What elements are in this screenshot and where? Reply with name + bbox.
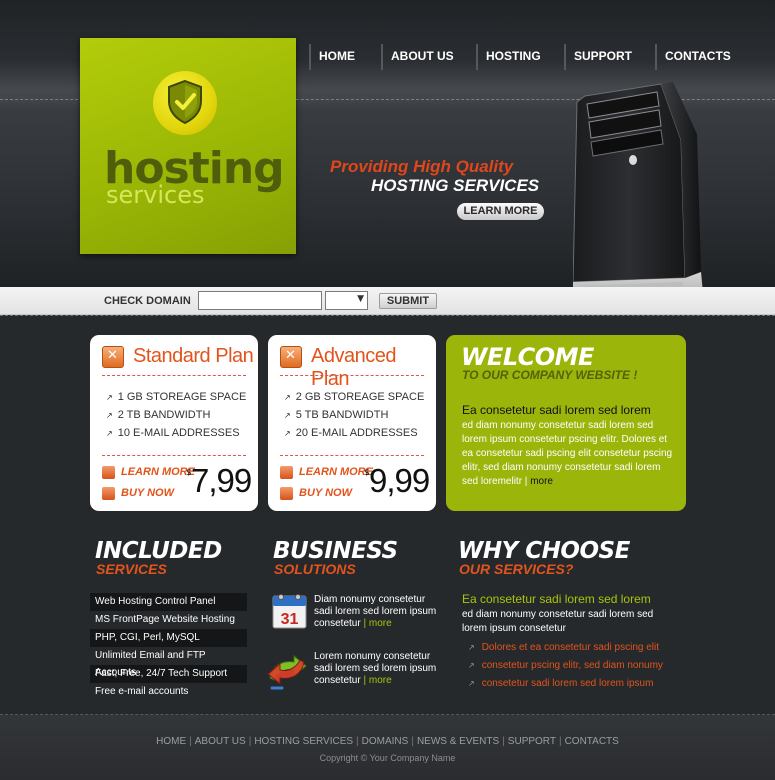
plan-feature: 5 TB BANDWIDTH [284, 409, 424, 427]
divider [102, 455, 246, 456]
learn-more-button[interactable]: LEARN MORE [457, 203, 544, 220]
why-list-link[interactable]: Dolores et ea consetetur sadi pscing eli… [468, 642, 663, 660]
footer-nav: HOME | ABOUT US | HOSTING SERVICES | DOMAINS | N… [0, 736, 775, 747]
footer-link-home[interactable]: HOME [156, 736, 186, 747]
plan-feature: 2 GB STOREAGE SPACE [284, 391, 425, 409]
business-item: Lorem nonumy consetetur sadi lorem sed l… [314, 651, 442, 687]
separator: | [558, 736, 562, 747]
check-domain-label: CHECK DOMAIN [104, 295, 191, 307]
plan-feature: 1 GB STOREAGE SPACE [106, 391, 247, 409]
learn-more-link[interactable]: LEARN MORE [280, 466, 373, 479]
footer-link-hosting-services[interactable]: HOSTING SERVICES [254, 736, 353, 747]
why-choose-subtitle: OUR SERVICES? [459, 561, 574, 577]
nav-home[interactable]: HOME [309, 44, 381, 70]
separator: | [411, 736, 414, 747]
why-list-link[interactable]: consetetur pscing elitr, sed diam nonumy [468, 660, 663, 678]
separator: | [522, 476, 531, 487]
nav-about-us[interactable]: ABOUT US [381, 44, 476, 70]
divider [280, 375, 424, 376]
plan-feature: 20 E-MAIL ADDRESSES [284, 427, 424, 445]
why-list-link[interactable]: consetetur sadi lorem sed lorem ipsum [468, 678, 663, 696]
footer: HOME | ABOUT US | HOSTING SERVICES | DOMAINS | N… [0, 714, 775, 780]
plan-price: 7,99 [191, 462, 252, 499]
footer-link-support[interactable]: SUPPORT [508, 736, 556, 747]
footer-link-contacts[interactable]: CONTACTS [565, 736, 619, 747]
logo-subtitle: services [106, 181, 205, 209]
plan-features: 1 GB STOREAGE SPACE 2 TB BANDWIDTH 10 E-… [106, 391, 247, 445]
list-item: Web Hosting Control Panel [90, 593, 247, 611]
separator: | [502, 736, 505, 747]
server-tower-image [573, 82, 705, 314]
plan-title: Standard Plan [133, 345, 254, 367]
learn-more-link[interactable]: LEARN MORE [102, 466, 195, 479]
plan-title: Advanced Plan [311, 345, 396, 390]
included-subtitle: SERVICES [96, 561, 167, 577]
plan-features: 2 GB STOREAGE SPACE 5 TB BANDWIDTH 20 E-… [284, 391, 425, 445]
welcome-body: ed diam nonumy consetetur sadi lorem sed… [462, 419, 674, 489]
plan-icon [102, 346, 124, 368]
list-item: Unlimited Email and FTP Accounts [95, 650, 206, 678]
separator: | [356, 736, 359, 747]
separator: | [189, 736, 192, 747]
arrows-exchange-icon [267, 654, 307, 690]
footer-link-news-events[interactable]: NEWS & EVENTS [417, 736, 499, 747]
buy-now-link[interactable]: BUY NOW [102, 487, 174, 500]
list-item: Fast, Free, 24/7 Tech Support [90, 665, 247, 683]
submit-button[interactable]: SUBMIT [379, 293, 437, 309]
business-item: Diam nonumy consetetur sadi lorem sed lo… [314, 594, 442, 630]
copyright: Copyright © Your Company Name [319, 753, 456, 763]
nav-support[interactable]: SUPPORT [564, 44, 655, 70]
welcome-lead: Ea consetetur sadi lorem sed lorem [462, 403, 651, 417]
promo-headline: Providing High Quality [330, 157, 514, 176]
chevron-down-icon: ▼ [357, 294, 364, 304]
plan-icon [280, 346, 302, 368]
advanced-plan-card: Advanced Plan 2 GB STOREAGE SPACE 5 TB B… [268, 335, 436, 511]
shield-check-icon [153, 71, 217, 135]
welcome-text: ed diam nonumy consetetur sadi lorem sed… [462, 420, 673, 487]
more-link[interactable]: | more [363, 618, 391, 629]
footer-link-domains[interactable]: DOMAINS [362, 736, 409, 747]
list-item: MS FrontPage Website Hosting [95, 614, 235, 625]
domain-input[interactable] [198, 291, 322, 310]
services-list: Web Hosting Control Panel MS FrontPage W… [90, 593, 247, 701]
separator: | [248, 736, 252, 747]
welcome-subtitle: TO OUR COMPANY WEBSITE ! [462, 368, 638, 382]
divider [102, 375, 246, 376]
buy-now-link[interactable]: BUY NOW [280, 487, 352, 500]
footer-link-about-us[interactable]: ABOUT US [195, 736, 246, 747]
check-domain-bar: CHECK DOMAIN ▼ SUBMIT [0, 287, 775, 315]
list-item: PHP, CGI, Perl, MySQL [90, 629, 247, 647]
main-nav: HOME ABOUT US HOSTING SUPPORT CONTACTS [309, 44, 755, 70]
business-subtitle: SOLUTIONS [274, 561, 356, 577]
plan-price: 9,99 [369, 462, 430, 499]
why-list: Dolores et ea consetetur sadi pscing eli… [468, 642, 663, 696]
more-link-label: more [368, 675, 392, 686]
more-link[interactable]: more [530, 476, 553, 487]
why-body: ed diam nonumy consetetur sadi lorem sed… [462, 609, 654, 634]
plan-feature: 10 E-MAIL ADDRESSES [106, 427, 246, 445]
section-divider [0, 315, 775, 316]
welcome-box: WELCOME TO OUR COMPANY WEBSITE ! Ea cons… [446, 335, 686, 511]
nav-contacts[interactable]: CONTACTS [655, 44, 755, 70]
calendar-icon: 31 [272, 594, 307, 629]
domain-extension-select[interactable]: ▼ [325, 291, 368, 310]
standard-plan-card: Standard Plan 1 GB STOREAGE SPACE 2 TB B… [90, 335, 258, 511]
plan-feature: 2 TB BANDWIDTH [106, 409, 246, 427]
more-link[interactable]: | more [363, 675, 391, 686]
calendar-day: 31 [281, 611, 299, 628]
list-item: Free e-mail accounts [95, 686, 189, 697]
welcome-title: WELCOME [461, 343, 594, 371]
divider [280, 455, 424, 456]
logo[interactable]: hosting services [80, 38, 296, 254]
why-lead: Ea consetetur sadi lorem sed lorem [462, 592, 651, 606]
promo-subheadline: HOSTING SERVICES [371, 176, 540, 195]
more-link-label: more [368, 618, 392, 629]
nav-hosting[interactable]: HOSTING [476, 44, 564, 70]
